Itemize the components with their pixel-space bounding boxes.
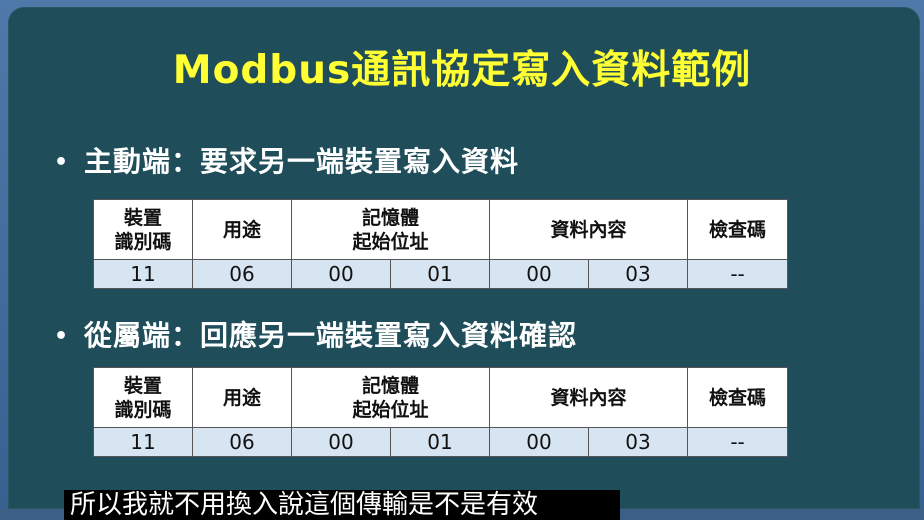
header-data-content: 資料內容	[489, 367, 689, 428]
slide-title: Modbus通訊協定寫入資料範例	[172, 48, 752, 93]
video-caption: 所以我就不用換入說這個傳輸是不是有效	[64, 490, 620, 520]
header-start-address: 記憶體 起始位址	[290, 199, 491, 260]
header-checksum: 檢查碼	[687, 199, 789, 260]
table-header-row: 裝置 識別碼 用途 記憶體 起始位址 資料內容 檢查碼	[93, 367, 789, 428]
cell-value: 00	[489, 259, 590, 289]
bullet-master: • 主動端：要求另一端裝置寫入資料	[54, 144, 519, 181]
bullet-slave: • 從屬端：回應另一端裝置寫入資料確認	[54, 318, 577, 355]
cell-value: 00	[291, 427, 391, 457]
cell-value: 00	[489, 427, 590, 457]
slave-response-table: 裝置 識別碼 用途 記憶體 起始位址 資料內容 檢查碼 11 06 00 01 …	[93, 367, 789, 457]
cell-value: --	[687, 427, 789, 457]
cell-value: 11	[93, 259, 193, 289]
table-header-row: 裝置 識別碼 用途 記憶體 起始位址 資料內容 檢查碼	[93, 199, 789, 260]
header-function: 用途	[192, 367, 292, 428]
header-data-content: 資料內容	[489, 199, 689, 260]
master-request-table: 裝置 識別碼 用途 記憶體 起始位址 資料內容 檢查碼 11 06 00 01 …	[93, 199, 789, 289]
bullet-slave-text: 從屬端：回應另一端裝置寫入資料確認	[84, 319, 578, 352]
header-device-id: 裝置 識別碼	[93, 367, 193, 428]
cell-value: 03	[588, 259, 689, 289]
table-row: 11 06 00 01 00 03 --	[93, 427, 789, 457]
cell-value: 06	[192, 259, 292, 289]
cell-value: 00	[291, 259, 391, 289]
header-checksum: 檢查碼	[687, 367, 789, 428]
cell-value: --	[687, 259, 789, 289]
header-device-id: 裝置 識別碼	[93, 199, 193, 260]
header-function: 用途	[192, 199, 292, 260]
cell-value: 01	[389, 259, 491, 289]
cell-value: 06	[192, 427, 292, 457]
bullet-dot: •	[54, 324, 70, 349]
cell-value: 11	[93, 427, 193, 457]
bullet-dot: •	[54, 150, 70, 175]
bullet-master-text: 主動端：要求另一端裝置寫入資料	[84, 145, 520, 178]
table-row: 11 06 00 01 00 03 --	[93, 259, 789, 289]
cell-value: 01	[389, 427, 491, 457]
cell-value: 03	[588, 427, 689, 457]
header-start-address: 記憶體 起始位址	[290, 367, 491, 428]
